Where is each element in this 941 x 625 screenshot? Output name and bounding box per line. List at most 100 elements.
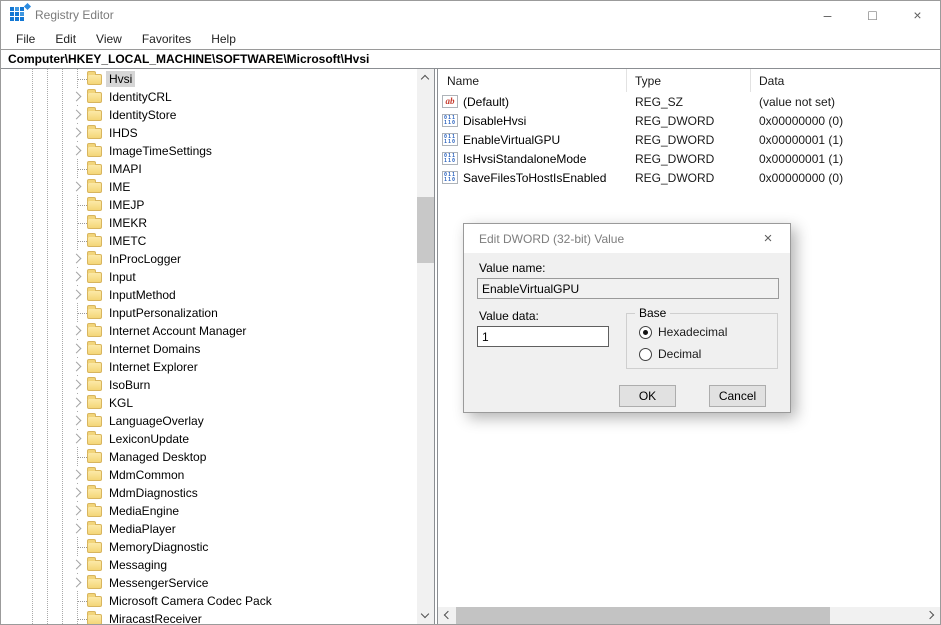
tree-item[interactable]: ImageTimeSettings <box>1 142 417 160</box>
tree-item[interactable]: Input <box>1 268 417 286</box>
expand-chevron-icon[interactable] <box>69 503 85 519</box>
menu-edit[interactable]: Edit <box>45 32 86 46</box>
scroll-thumb[interactable] <box>417 197 434 263</box>
tree-item[interactable]: Internet Domains <box>1 340 417 358</box>
tree-item[interactable]: Managed Desktop <box>1 448 417 466</box>
radio-button-icon <box>639 326 652 339</box>
expand-chevron-icon[interactable] <box>69 467 85 483</box>
expand-chevron-icon[interactable] <box>69 575 85 591</box>
expand-chevron-icon[interactable] <box>69 359 85 375</box>
close-button[interactable]: × <box>895 1 940 29</box>
tree-item[interactable]: Internet Explorer <box>1 358 417 376</box>
tree-vertical-scrollbar[interactable] <box>417 69 434 624</box>
expand-chevron-icon[interactable] <box>69 431 85 447</box>
tree-item-label: Messaging <box>106 557 170 573</box>
reg-dword-icon: 011110 <box>442 171 458 184</box>
tree-item[interactable]: LexiconUpdate <box>1 430 417 448</box>
tree-item[interactable]: Hvsi <box>1 70 417 88</box>
expand-chevron-icon[interactable] <box>69 251 85 267</box>
tree-item[interactable]: MdmDiagnostics <box>1 484 417 502</box>
tree-item[interactable]: IHDS <box>1 124 417 142</box>
value-name-label: Value name: <box>479 261 546 275</box>
tree-item[interactable]: Internet Account Manager <box>1 322 417 340</box>
expand-chevron-icon[interactable] <box>69 341 85 357</box>
menu-file[interactable]: File <box>6 32 45 46</box>
tree-item[interactable]: InputPersonalization <box>1 304 417 322</box>
column-header-name[interactable]: Name <box>438 69 627 92</box>
expand-chevron-icon[interactable] <box>69 377 85 393</box>
tree-item[interactable]: Microsoft Camera Codec Pack <box>1 592 417 610</box>
radio-decimal[interactable]: Decimal <box>639 347 701 361</box>
tree-item[interactable]: LanguageOverlay <box>1 412 417 430</box>
tree-item[interactable]: InputMethod <box>1 286 417 304</box>
expand-chevron-icon[interactable] <box>69 485 85 501</box>
scroll-up-button[interactable] <box>417 69 434 86</box>
minimize-button[interactable]: – <box>805 1 850 29</box>
tree-item[interactable]: MemoryDiagnostic <box>1 538 417 556</box>
folder-icon <box>87 398 102 409</box>
expand-chevron-icon[interactable] <box>69 521 85 537</box>
registry-value-row[interactable]: 011110EnableVirtualGPUREG_DWORD0x0000000… <box>438 130 940 149</box>
registry-value-row[interactable]: 011110DisableHvsiREG_DWORD0x00000000 (0) <box>438 111 940 130</box>
expand-chevron-icon[interactable] <box>69 287 85 303</box>
value-name-field[interactable]: EnableVirtualGPU <box>477 278 779 299</box>
registry-value-row[interactable]: ab(Default)REG_SZ(value not set) <box>438 92 940 111</box>
tree-item[interactable]: IMAPI <box>1 160 417 178</box>
address-bar[interactable]: Computer\HKEY_LOCAL_MACHINE\SOFTWARE\Mic… <box>1 49 940 69</box>
folder-icon <box>87 236 102 247</box>
dialog-close-icon[interactable]: × <box>746 224 790 253</box>
expand-chevron-icon[interactable] <box>69 125 85 141</box>
tree-item[interactable]: IdentityCRL <box>1 88 417 106</box>
scroll-right-button[interactable] <box>923 607 940 624</box>
column-header-type[interactable]: Type <box>627 69 751 92</box>
tree-item[interactable]: MdmCommon <box>1 466 417 484</box>
tree-item[interactable]: IMEJP <box>1 196 417 214</box>
menu-view[interactable]: View <box>86 32 132 46</box>
list-horizontal-scrollbar[interactable] <box>438 607 940 624</box>
expand-chevron-icon[interactable] <box>69 413 85 429</box>
expand-chevron-icon[interactable] <box>69 107 85 123</box>
registry-value-row[interactable]: 011110IsHvsiStandaloneModeREG_DWORD0x000… <box>438 149 940 168</box>
value-data-field[interactable]: 1 <box>477 326 609 347</box>
list-header: Name Type Data <box>438 69 940 92</box>
tree-item[interactable]: KGL <box>1 394 417 412</box>
tree-item[interactable]: MediaEngine <box>1 502 417 520</box>
scroll-thumb[interactable] <box>456 607 830 624</box>
expand-chevron-icon[interactable] <box>69 557 85 573</box>
tree-item[interactable]: IMETC <box>1 232 417 250</box>
scroll-down-button[interactable] <box>417 607 434 624</box>
tree-item[interactable]: IsoBurn <box>1 376 417 394</box>
radio-hexadecimal[interactable]: Hexadecimal <box>639 325 727 339</box>
folder-icon <box>87 470 102 481</box>
value-name-cell: 011110EnableVirtualGPU <box>438 133 627 147</box>
tree-item[interactable]: IdentityStore <box>1 106 417 124</box>
scroll-left-button[interactable] <box>438 607 455 624</box>
base-groupbox: Base Hexadecimal Decimal <box>626 313 778 369</box>
menu-favorites[interactable]: Favorites <box>132 32 201 46</box>
tree-item-label: IHDS <box>106 125 141 141</box>
maximize-button[interactable]: □ <box>850 1 895 29</box>
tree-item[interactable]: IME <box>1 178 417 196</box>
tree-branch-line <box>69 539 85 555</box>
tree-item[interactable]: MessengerService <box>1 574 417 592</box>
expand-chevron-icon[interactable] <box>69 269 85 285</box>
column-header-data[interactable]: Data <box>751 69 940 92</box>
value-name-text: (Default) <box>463 95 509 109</box>
expand-chevron-icon[interactable] <box>69 143 85 159</box>
registry-editor-app-icon <box>10 7 27 23</box>
tree-item[interactable]: Messaging <box>1 556 417 574</box>
ok-button[interactable]: OK <box>619 385 676 407</box>
folder-icon <box>87 128 102 139</box>
tree-item[interactable]: InProcLogger <box>1 250 417 268</box>
expand-chevron-icon[interactable] <box>69 323 85 339</box>
tree-item[interactable]: MiracastReceiver <box>1 610 417 624</box>
menu-help[interactable]: Help <box>201 32 246 46</box>
cancel-button[interactable]: Cancel <box>709 385 766 407</box>
tree-item[interactable]: IMEKR <box>1 214 417 232</box>
expand-chevron-icon[interactable] <box>69 395 85 411</box>
folder-icon <box>87 578 102 589</box>
tree-item[interactable]: MediaPlayer <box>1 520 417 538</box>
expand-chevron-icon[interactable] <box>69 89 85 105</box>
expand-chevron-icon[interactable] <box>69 179 85 195</box>
registry-value-row[interactable]: 011110SaveFilesToHostIsEnabledREG_DWORD0… <box>438 168 940 187</box>
